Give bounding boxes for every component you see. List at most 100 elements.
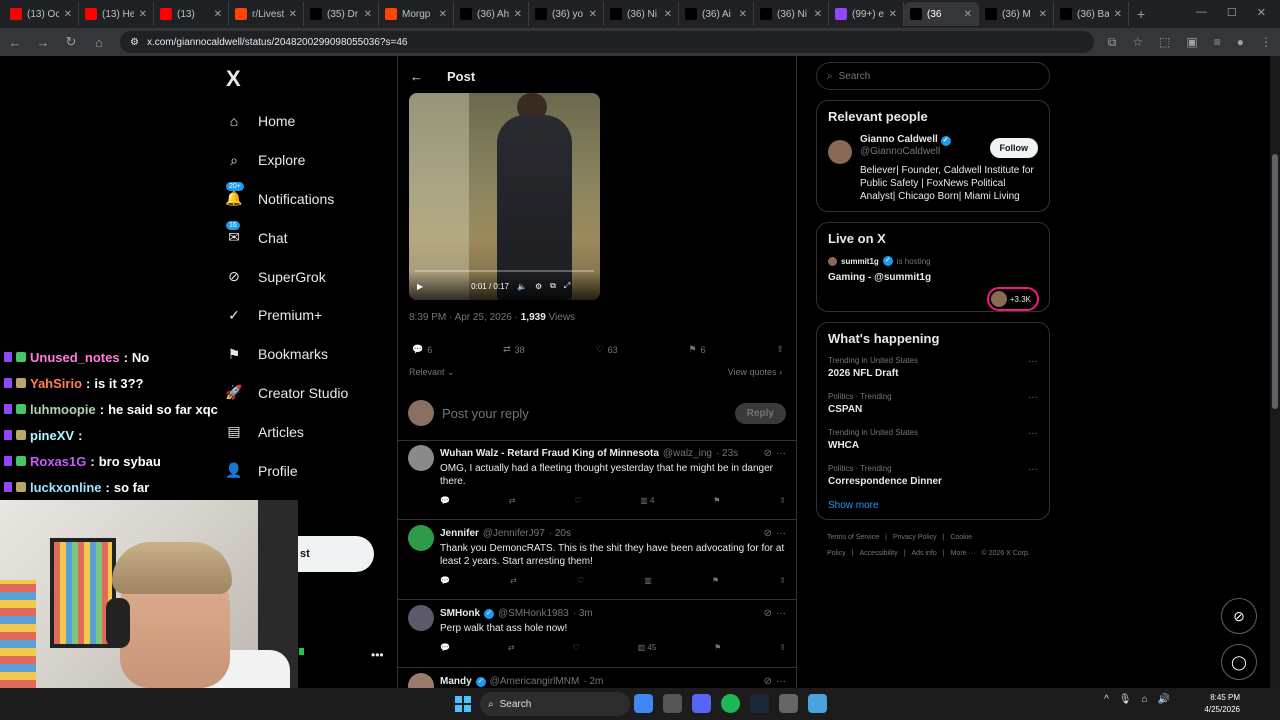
views-action[interactable]: ▥ <box>644 576 652 585</box>
fullscreen-icon[interactable]: ⤢ <box>564 281 570 291</box>
network-icon[interactable]: ⌂ <box>1142 694 1148 705</box>
reply-icon[interactable]: 💬 <box>440 576 450 585</box>
avatar[interactable] <box>408 525 434 551</box>
close-tab-icon[interactable]: ✕ <box>1114 9 1122 20</box>
more-icon[interactable]: ··· <box>776 608 786 619</box>
footer-link[interactable]: © 2026 X Corp. <box>981 550 1029 557</box>
close-tab-icon[interactable]: ✕ <box>439 9 447 20</box>
install-icon[interactable]: ⧉ <box>1108 35 1117 50</box>
trend-item[interactable]: Trending in United States WHCA ··· <box>828 428 1038 451</box>
close-tab-icon[interactable]: ✕ <box>139 9 147 20</box>
chat-username[interactable]: Roxas1G <box>30 454 86 469</box>
avatar[interactable] <box>408 673 434 688</box>
browser-tab[interactable]: Morgp ✕ <box>379 2 454 26</box>
sidebar-icon[interactable]: ▣ <box>1186 35 1197 50</box>
forward-icon[interactable]: → <box>36 35 50 50</box>
chevron-up-icon[interactable]: ^ <box>1104 694 1109 705</box>
browser-tab[interactable]: (36 ✕ <box>904 2 979 26</box>
browser-tab[interactable]: (36) Ba ✕ <box>1054 2 1129 26</box>
url-field[interactable]: ⚙ x.com/giannocaldwell/status/2048200299… <box>120 31 1094 53</box>
account-more-icon[interactable]: ••• <box>371 648 384 662</box>
close-tab-icon[interactable]: ✕ <box>889 9 897 20</box>
reply-tweet[interactable]: Wuhan Walz - Retard Fraud King of Minnes… <box>398 440 796 520</box>
trend-item[interactable]: Politics · Trending Correspondence Dinner… <box>828 464 1038 487</box>
bookmark-icon[interactable]: ⚑ <box>713 496 720 505</box>
taskbar-clock[interactable]: 8:45 PM 4/25/2026 <box>1204 692 1240 716</box>
star-icon[interactable]: ☆ <box>1132 35 1143 50</box>
grok-icon[interactable]: ⊘ <box>764 448 772 459</box>
chat-username[interactable]: luckxonline <box>30 480 102 495</box>
browser-tab[interactable]: (36) Ni ✕ <box>754 2 829 26</box>
more-icon[interactable]: ··· <box>1028 428 1038 439</box>
views-label[interactable]: Views <box>549 312 576 323</box>
live-listeners-pill[interactable]: +3.3K <box>986 287 1039 311</box>
close-tab-icon[interactable]: ✕ <box>64 9 72 20</box>
follow-button[interactable]: Follow <box>989 138 1038 158</box>
chat-fab-icon[interactable]: ◯ <box>1221 644 1257 680</box>
browser-tab[interactable]: (35) Dr ✕ <box>304 2 379 26</box>
reply-action[interactable]: 💬 6 <box>412 344 432 355</box>
app-icon[interactable] <box>663 694 682 713</box>
reply-tweet[interactable]: SMHonk ✓ @SMHonk1983 · 3m ⊘ ··· Perp walk… <box>398 600 796 668</box>
heart-icon[interactable]: ♡ <box>577 576 584 585</box>
spotify-icon[interactable] <box>721 694 740 713</box>
more-icon[interactable]: ⋮ <box>1260 35 1272 50</box>
notepad-icon[interactable] <box>808 694 827 713</box>
close-tab-icon[interactable]: ✕ <box>514 9 522 20</box>
like-action[interactable]: ♡ 63 <box>596 344 618 355</box>
reply-input[interactable]: Post your reply <box>442 406 727 421</box>
browser-tab[interactable]: (36) Ah ✕ <box>454 2 529 26</box>
sidebar-item-explore[interactable]: ⌕ Explore <box>224 141 394 180</box>
share-icon[interactable]: ⇪ <box>776 344 784 355</box>
browser-tab[interactable]: (36) M ✕ <box>979 2 1054 26</box>
reply-tweet[interactable]: Jennifer @JenniferJ97 · 20s ⊘ ··· Thank … <box>398 520 796 600</box>
sidebar-item-premium[interactable]: ✓ Premium+ <box>224 296 394 335</box>
sidebar-item-chat[interactable]: ✉ 16 Chat <box>224 218 394 257</box>
reload-icon[interactable]: ↻ <box>64 34 78 50</box>
relevant-person[interactable]: Gianno Caldwell ✓ @GiannoCaldwell Believ… <box>828 134 1038 203</box>
avatar[interactable] <box>828 140 852 164</box>
reply-tweet[interactable]: Mandy✓ @AmericangirlMNM · 2m ⊘ ··· 💬 ⇄ ♡… <box>398 668 796 688</box>
live-stream-title[interactable]: Gaming - @summit1g <box>828 272 1038 283</box>
grok-icon[interactable]: ⊘ <box>764 528 772 539</box>
profile-icon[interactable]: ● <box>1237 35 1244 50</box>
chat-username[interactable]: pineXV <box>30 428 74 443</box>
chat-username[interactable]: YahSirio <box>30 376 82 391</box>
close-tab-icon[interactable]: ✕ <box>814 9 822 20</box>
windows-start-icon[interactable] <box>455 696 471 712</box>
trend-item[interactable]: Politics · Trending CSPAN ··· <box>828 392 1038 415</box>
heart-icon[interactable]: ♡ <box>574 496 581 505</box>
chat-username[interactable]: Unused_notes <box>30 350 120 365</box>
sort-dropdown[interactable]: Relevant ⌄ <box>409 367 455 378</box>
close-tab-icon[interactable]: ✕ <box>1039 9 1047 20</box>
close-tab-icon[interactable]: ✕ <box>964 9 972 20</box>
repost-action[interactable]: ⇄ 38 <box>503 344 525 355</box>
reply-icon[interactable]: 💬 <box>440 643 450 652</box>
discord-icon[interactable] <box>692 694 711 713</box>
view-quotes-link[interactable]: View quotes › <box>728 367 782 377</box>
play-icon[interactable]: ▶ <box>417 282 423 291</box>
post-button[interactable]: st <box>298 536 374 572</box>
heart-icon[interactable]: ♡ <box>572 643 579 652</box>
person-name[interactable]: Gianno Caldwell <box>860 134 938 145</box>
share-icon[interactable]: ⇪ <box>779 576 786 585</box>
sidebar-item-supergrok[interactable]: ⊘ SuperGrok <box>224 257 394 296</box>
bookmark-action[interactable]: ⚑ 6 <box>688 344 705 355</box>
avatar[interactable] <box>408 605 434 631</box>
back-icon[interactable]: ← <box>8 35 22 50</box>
close-tab-icon[interactable]: ✕ <box>664 9 672 20</box>
grok-fab-icon[interactable]: ⊘ <box>1221 598 1257 634</box>
extensions-icon[interactable]: ⬚ <box>1159 35 1170 50</box>
home-browser-icon[interactable]: ⌂ <box>92 35 106 50</box>
minimize-icon[interactable]: — <box>1196 6 1207 19</box>
tweet-author[interactable]: Mandy <box>440 676 472 687</box>
mic-icon[interactable]: 🎙 <box>1119 694 1132 705</box>
new-tab-icon[interactable]: + <box>1137 6 1145 22</box>
menu-icon[interactable]: ≡ <box>1214 35 1221 50</box>
volume-icon[interactable]: 🔈 <box>517 282 527 291</box>
volume-icon[interactable]: 🔊 <box>1158 694 1170 705</box>
chat-username[interactable]: luhmoopie <box>30 402 96 417</box>
more-icon[interactable]: ··· <box>776 676 786 687</box>
live-host-row[interactable]: summit1g ✓ is hosting <box>828 256 1038 266</box>
footer-link[interactable]: Ads info <box>911 550 936 557</box>
